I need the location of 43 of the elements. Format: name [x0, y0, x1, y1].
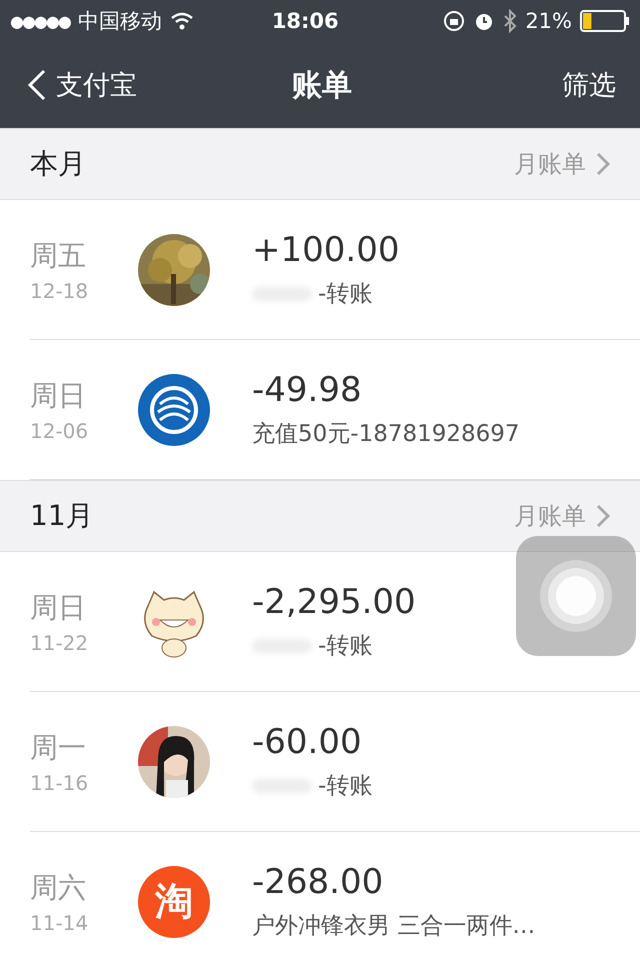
signal-dots: ●●●●●	[10, 12, 70, 30]
bill-description: 充值50元-18781928697	[252, 420, 520, 449]
chevron-right-icon	[596, 504, 610, 528]
month-heading: 11月	[30, 498, 94, 534]
bill-description: 户外冲锋衣男 三合一两件…	[252, 912, 536, 941]
bill-description: -转账	[252, 278, 400, 309]
clock-time: 18:06	[272, 9, 339, 33]
date-label: 11-14	[30, 910, 90, 934]
bill-row[interactable]: 周六 11-14 淘 -268.00 户外冲锋衣男 三合一两件…	[30, 832, 640, 960]
rotation-lock-icon	[443, 10, 466, 32]
weekday-label: 周五	[30, 238, 87, 274]
bill-row[interactable]: 周一 11-16 -60.00 -转账	[30, 692, 640, 832]
weekday-label: 周一	[30, 730, 87, 766]
amount-text: -268.00	[252, 862, 384, 902]
chevron-right-icon	[596, 152, 610, 176]
amount-text: -49.98	[252, 370, 363, 410]
date-label: 11-22	[30, 630, 90, 654]
bill-description: -转账	[252, 770, 372, 801]
weekday-label: 周日	[30, 590, 87, 626]
bill-description: -转账	[252, 630, 416, 661]
weekday-label: 周六	[30, 870, 87, 906]
bluetooth-icon	[503, 9, 518, 33]
battery-percent: 21%	[525, 9, 572, 33]
weekday-label: 周日	[30, 378, 87, 414]
bill-row[interactable]: 周五 12-18 +100.00 -转账	[30, 200, 640, 340]
month-heading: 本月	[30, 146, 86, 182]
logo-icon: 淘	[138, 866, 210, 938]
amount-text: -60.00	[252, 722, 363, 762]
logo-icon	[138, 374, 210, 446]
amount-text: +100.00	[252, 230, 400, 270]
touch-ring-icon	[538, 558, 614, 634]
wifi-icon	[170, 12, 194, 30]
back-button[interactable]: 支付宝	[28, 67, 137, 103]
date-label: 12-06	[30, 418, 90, 442]
date-label: 11-16	[30, 770, 90, 794]
page-title: 账单	[292, 66, 352, 104]
battery-icon	[580, 10, 630, 32]
back-icon	[28, 69, 46, 101]
date-label: 12-18	[30, 278, 90, 302]
carrier-name: 中国移动	[78, 8, 162, 35]
assistive-touch-button[interactable]	[516, 536, 636, 656]
amount-text: -2,295.00	[252, 582, 416, 622]
filter-button[interactable]: 筛选	[562, 67, 616, 103]
